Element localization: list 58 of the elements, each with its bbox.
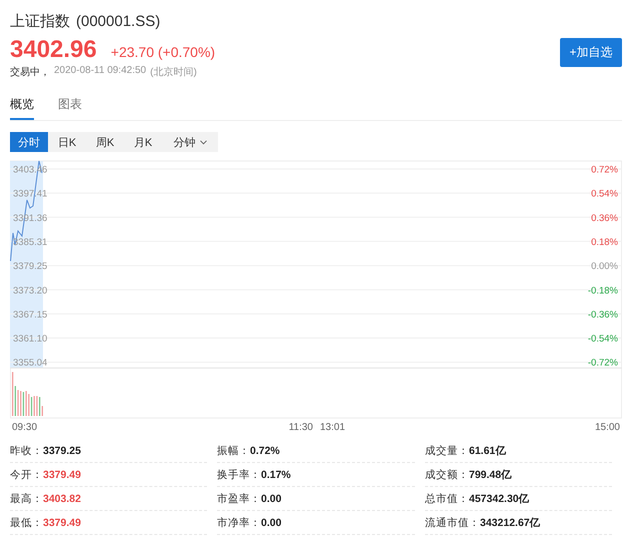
stat-label: 总市值：: [425, 492, 469, 506]
percent-label: -0.72%: [588, 358, 618, 369]
stat-value: 0.72%: [250, 444, 280, 456]
stat-value: 457342.30亿: [469, 492, 530, 506]
period-tab[interactable]: 分钟: [162, 132, 218, 152]
stat-value: 343212.67亿: [480, 516, 541, 530]
stat-label: 最高：: [10, 492, 43, 506]
axis-label: 3361.10: [13, 334, 48, 344]
axis-label: 3373.20: [13, 285, 48, 296]
stat-value: 799.48亿: [469, 468, 512, 482]
percent-label: 0.36%: [591, 212, 618, 224]
percent-label: 0.18%: [591, 236, 618, 248]
index-title: 上证指数: [10, 12, 70, 31]
stat-value: 0.00: [261, 516, 282, 528]
period-tab[interactable]: 日K: [48, 132, 86, 152]
stat-value: 3403.82: [43, 492, 81, 504]
stat-label: 振幅：: [217, 444, 250, 458]
percent-label: 0.72%: [591, 164, 618, 176]
stat-value: 3379.25: [43, 444, 81, 456]
stat-label: 换手率：: [217, 468, 261, 482]
axis-label: 3367.15: [13, 309, 48, 320]
axis-label: 3379.25: [13, 261, 48, 272]
time-label: 15:00: [594, 422, 620, 433]
price-change: +23.70 (+0.70%): [110, 44, 216, 60]
stat-label: 今开：: [10, 468, 43, 482]
stat-value: 0.17%: [261, 468, 291, 480]
time-label: 11:30: [288, 422, 313, 433]
stat-value: 3379.49: [43, 516, 81, 528]
stat-value: 61.61亿: [469, 444, 506, 458]
index-code: (000001.SS): [76, 13, 160, 30]
tab[interactable]: 图表: [58, 93, 82, 120]
stat-label: 市盈率：: [217, 492, 261, 506]
stat-label: 成交量：: [425, 444, 469, 458]
timezone-label: (北京时间): [150, 66, 197, 79]
trading-status: 交易中，: [10, 66, 50, 79]
percent-label: -0.36%: [588, 309, 618, 320]
stat-label: 流通市值：: [425, 516, 480, 530]
period-tab[interactable]: 月K: [124, 132, 162, 152]
percent-label: -0.18%: [588, 285, 618, 296]
stat-label: 昨收：: [10, 444, 43, 458]
add-watchlist-button[interactable]: +加自选: [560, 38, 622, 67]
stat-label: 成交额：: [425, 468, 469, 482]
percent-label: -0.54%: [588, 334, 618, 344]
percent-label: 0.00%: [591, 261, 618, 272]
stat-value: 3379.49: [43, 468, 81, 480]
stat-value: 0.00: [261, 492, 282, 504]
time-label: 13:01: [320, 422, 346, 433]
axis-label: 3355.04: [13, 358, 48, 369]
period-tab[interactable]: 周K: [86, 132, 124, 152]
time-label: 09:30: [12, 422, 38, 433]
stat-label: 最低：: [10, 516, 43, 530]
period-tab[interactable]: 分时: [10, 132, 48, 152]
price: 3402.96: [10, 36, 97, 64]
volume-bars-drawing: [12, 372, 43, 416]
percent-label: 0.54%: [591, 188, 618, 200]
stat-label: 市净率：: [217, 516, 261, 530]
tab[interactable]: 概览: [10, 93, 34, 120]
timestamp: 2020-08-11 09:42:50: [54, 65, 146, 78]
